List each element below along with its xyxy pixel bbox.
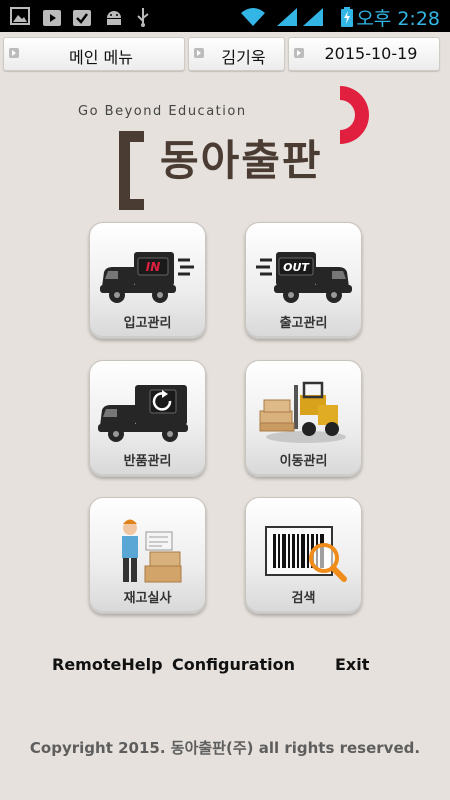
user-button[interactable]: 김기욱 xyxy=(188,37,285,71)
forklift-icon xyxy=(259,381,346,443)
logo-red-mark-icon xyxy=(340,86,369,144)
play-store-icon xyxy=(43,10,61,26)
remote-help-link[interactable]: RemoteHelp xyxy=(52,655,163,674)
barcode-search-icon xyxy=(265,526,347,582)
logo-bracket xyxy=(119,131,144,210)
gallery-icon xyxy=(10,7,30,25)
truck-badge-in: IN xyxy=(146,260,161,274)
logo-brand: 동아출판 xyxy=(160,136,323,185)
android-icon xyxy=(107,11,121,25)
download-done-icon xyxy=(73,10,91,26)
inbound-label: 입고관리 xyxy=(123,316,172,331)
return-tile[interactable]: 반품관리 xyxy=(89,360,206,477)
inbound-tile[interactable]: IN 입고관리 xyxy=(89,222,206,339)
date-button[interactable]: 2015-10-19 xyxy=(288,37,440,71)
stocktake-tile[interactable]: 재고실사 xyxy=(89,497,206,614)
truck-return-icon xyxy=(98,385,188,442)
battery-icon xyxy=(341,7,353,27)
outbound-tile[interactable]: OUT 출고관리 xyxy=(245,222,362,339)
user-label: 김기욱 xyxy=(221,48,266,67)
usb-icon xyxy=(137,8,149,27)
truck-in-icon: IN xyxy=(100,252,194,303)
wifi-icon xyxy=(241,8,265,26)
main-menu-label: 메인 메뉴 xyxy=(69,48,133,67)
signal-icon xyxy=(277,8,297,26)
main-menu-button[interactable]: 메인 메뉴 xyxy=(3,37,185,71)
top-bar: 메인 메뉴 김기욱 2015-10-19 xyxy=(0,32,450,74)
transfer-tile[interactable]: 이동관리 xyxy=(245,360,362,477)
exit-link[interactable]: Exit xyxy=(335,655,369,674)
search-label: 검색 xyxy=(291,591,316,606)
truck-out-icon: OUT xyxy=(256,252,352,303)
outbound-label: 출고관리 xyxy=(279,316,328,331)
signal-icon-2 xyxy=(303,8,323,26)
logo-tagline: Go Beyond Education xyxy=(78,104,247,119)
worker-inventory-icon xyxy=(122,519,182,583)
return-label: 반품관리 xyxy=(123,454,172,469)
stocktake-label: 재고실사 xyxy=(123,591,172,606)
search-tile[interactable]: 검색 xyxy=(245,497,362,614)
date-label: 2015-10-19 xyxy=(324,44,418,63)
truck-badge-out: OUT xyxy=(283,261,310,274)
status-bar: 오후 2:28 xyxy=(0,0,450,32)
configuration-link[interactable]: Configuration xyxy=(172,655,295,674)
copyright-text: Copyright 2015. 동아출판(주) all rights reser… xyxy=(29,739,421,757)
transfer-label: 이동관리 xyxy=(279,454,328,469)
status-clock: 오후 2:28 xyxy=(356,8,440,30)
